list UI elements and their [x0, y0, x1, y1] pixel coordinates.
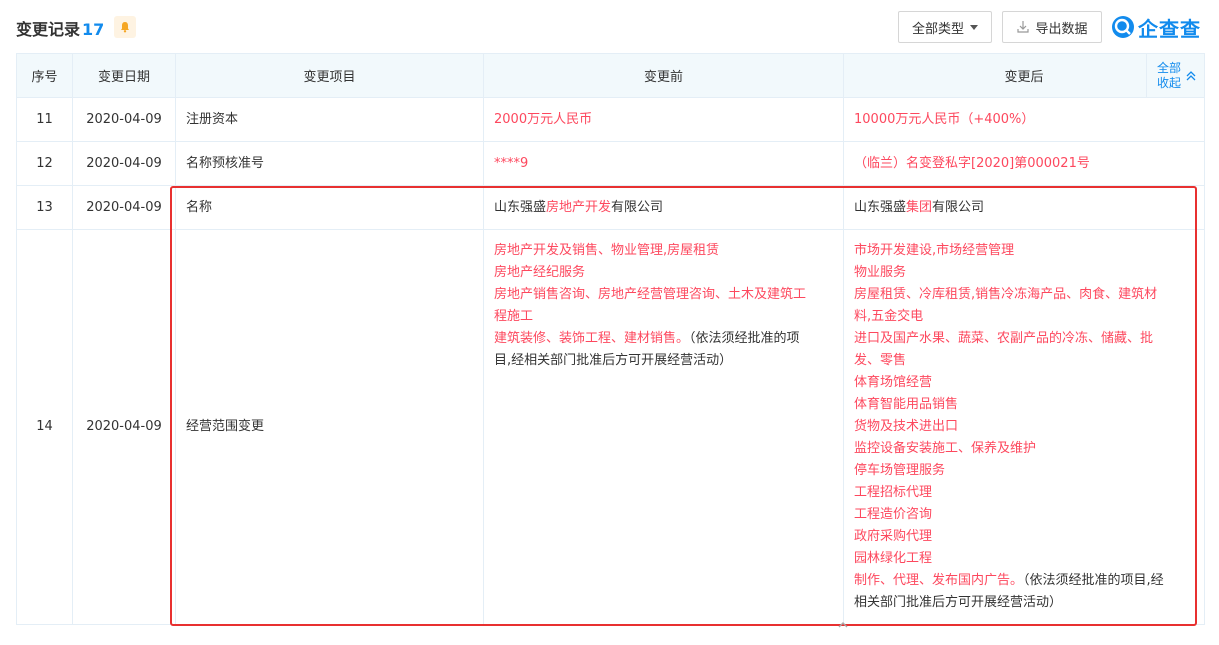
cell-date: 2020-04-09 [72, 97, 176, 142]
record-count: 17 [82, 20, 105, 39]
download-icon [1017, 21, 1030, 33]
scope-before-tail-2: 目,经相关部门批准后方可开展经营活动） [494, 353, 733, 368]
logo-mark-icon [1112, 16, 1134, 38]
caret-down-icon [970, 24, 978, 30]
type-filter-label: 全部类型 [911, 21, 964, 37]
scope-after-tail-2: 相关部门批准后方可开展经营活动） [854, 595, 1063, 610]
export-data-button[interactable]: 导出数据 [1002, 11, 1102, 43]
cell-item: 经营范围变更 [175, 229, 484, 625]
cell-after: 10000万元人民币（+400%） [843, 97, 1205, 142]
scope-after-last-red: 制作、代理、发布国内广告。 [854, 573, 1024, 588]
list-item: 程施工 [494, 309, 534, 324]
list-item: 工程招标代理 [854, 485, 933, 500]
cell-item: 名称 [175, 185, 484, 230]
col-header-index: 序号 [16, 53, 73, 98]
section-title-text: 变更记录 [16, 20, 81, 39]
bell-icon[interactable] [114, 16, 136, 38]
list-item: 房地产开发及销售、物业管理,房屋租赁 [494, 243, 720, 258]
change-record-table: 序号 变更日期 变更项目 变更前 变更后 全部 收起 11 2020-04-09… [16, 53, 1205, 625]
list-item: 货物及技术进出口 [854, 419, 959, 434]
list-item: 建筑装修、装饰工程、建材销售。（依法须经批准的项 [494, 328, 833, 350]
qichacha-logo: 企查查 [1112, 14, 1201, 41]
table-row: 13 2020-04-09 名称 山东强盛房地产开发有限公司 山东强盛集团有限公… [16, 185, 1205, 230]
section-header: 变更记录 17 全部类型 导出数据 企查查 [0, 0, 1219, 52]
table-row: 11 2020-04-09 注册资本 2000万元人民币 10000万元人民币（… [16, 97, 1205, 142]
cell-before-scope: 房地产开发及销售、物业管理,房屋租赁 房地产经纪服务 房地产销售咨询、房地产经营… [483, 229, 844, 625]
scope-after-list: 市场开发建设,市场经营管理 物业服务 房屋租赁、冷库租赁,销售冷冻海产品、肉食、… [844, 230, 1204, 624]
table-header-row: 序号 变更日期 变更项目 变更前 变更后 全部 收起 [16, 53, 1205, 98]
list-item: 料,五金交电 [854, 309, 924, 324]
cell-index: 12 [16, 141, 73, 186]
cell-after-scope: 市场开发建设,市场经营管理 物业服务 房屋租赁、冷库租赁,销售冷冻海产品、肉食、… [843, 229, 1205, 625]
list-item: 体育智能用品销售 [854, 397, 959, 412]
cell-date: 2020-04-09 [72, 141, 176, 186]
name-after-prefix: 山东强盛 [854, 199, 907, 215]
chevron-up-icon[interactable] [836, 618, 850, 632]
table-row: 14 2020-04-09 经营范围变更 房地产开发及销售、物业管理,房屋租赁 … [16, 229, 1205, 625]
list-item: 体育场馆经营 [854, 375, 933, 390]
cell-date: 2020-04-09 [72, 185, 176, 230]
scope-before-tail-1: （依法须经批准的项 [689, 331, 800, 346]
list-item: 监控设备安装施工、保养及维护 [854, 441, 1037, 456]
list-item: 停车场管理服务 [854, 463, 946, 478]
name-before-suffix: 有限公司 [611, 199, 664, 215]
cell-index: 13 [16, 185, 73, 230]
scope-after-tail-1: （依法须经批准的项目,经 [1023, 573, 1164, 588]
collapse-all-toggle[interactable]: 全部 收起 [1146, 54, 1204, 98]
list-item: 房屋租赁、冷库租赁,销售冷冻海产品、肉食、建筑材 [854, 287, 1158, 302]
list-item: 制作、代理、发布国内广告。（依法须经批准的项目,经 [854, 570, 1194, 592]
cell-item: 名称预核准号 [175, 141, 484, 186]
name-before-prefix: 山东强盛 [494, 199, 547, 215]
list-item: 物业服务 [854, 265, 907, 280]
cell-item: 注册资本 [175, 97, 484, 142]
name-before-changed: 房地产开发 [546, 199, 612, 215]
cell-before: ****9 [483, 141, 844, 186]
col-header-item: 变更项目 [175, 53, 484, 98]
cell-before: 山东强盛房地产开发有限公司 [483, 185, 844, 230]
list-item: 发、零售 [854, 353, 907, 368]
cell-index: 14 [16, 229, 73, 625]
col-header-before: 变更前 [483, 53, 844, 98]
cell-index: 11 [16, 97, 73, 142]
cell-after: 山东强盛集团有限公司 [843, 185, 1205, 230]
col-header-after: 变更后 全部 收起 [843, 53, 1205, 98]
list-item: 进口及国产水果、蔬菜、农副产品的冷冻、储藏、批 [854, 331, 1154, 346]
list-item: 房地产经纪服务 [494, 265, 586, 280]
cell-after: （临兰）名变登私字[2020]第000021号 [843, 141, 1205, 186]
list-item: 园林绿化工程 [854, 551, 933, 566]
list-item: 工程造价咨询 [854, 507, 933, 522]
logo-text: 企查查 [1138, 16, 1201, 41]
list-item: 市场开发建设,市场经营管理 [854, 243, 1015, 258]
col-header-date: 变更日期 [72, 53, 176, 98]
name-after-suffix: 有限公司 [932, 199, 985, 215]
type-filter-dropdown[interactable]: 全部类型 [898, 11, 992, 43]
list-item: 政府采购代理 [854, 529, 933, 544]
col-header-after-label: 变更后 [1004, 70, 1044, 85]
collapse-label-2: 收起 [1156, 76, 1181, 90]
scope-before-last-red: 建筑装修、装饰工程、建材销售。 [494, 331, 690, 346]
scope-before-list: 房地产开发及销售、物业管理,房屋租赁 房地产经纪服务 房地产销售咨询、房地产经营… [484, 230, 843, 382]
double-chevron-up-icon [1186, 71, 1196, 81]
cell-before: 2000万元人民币 [483, 97, 844, 142]
export-data-label: 导出数据 [1035, 21, 1088, 37]
collapse-label-1: 全部 [1156, 61, 1181, 75]
cell-date: 2020-04-09 [72, 229, 176, 625]
table-row: 12 2020-04-09 名称预核准号 ****9 （临兰）名变登私字[202… [16, 141, 1205, 186]
list-item: 房地产销售咨询、房地产经营管理咨询、土木及建筑工 [494, 287, 807, 302]
name-after-changed: 集团 [906, 199, 933, 215]
section-title: 变更记录 17 [16, 16, 104, 40]
